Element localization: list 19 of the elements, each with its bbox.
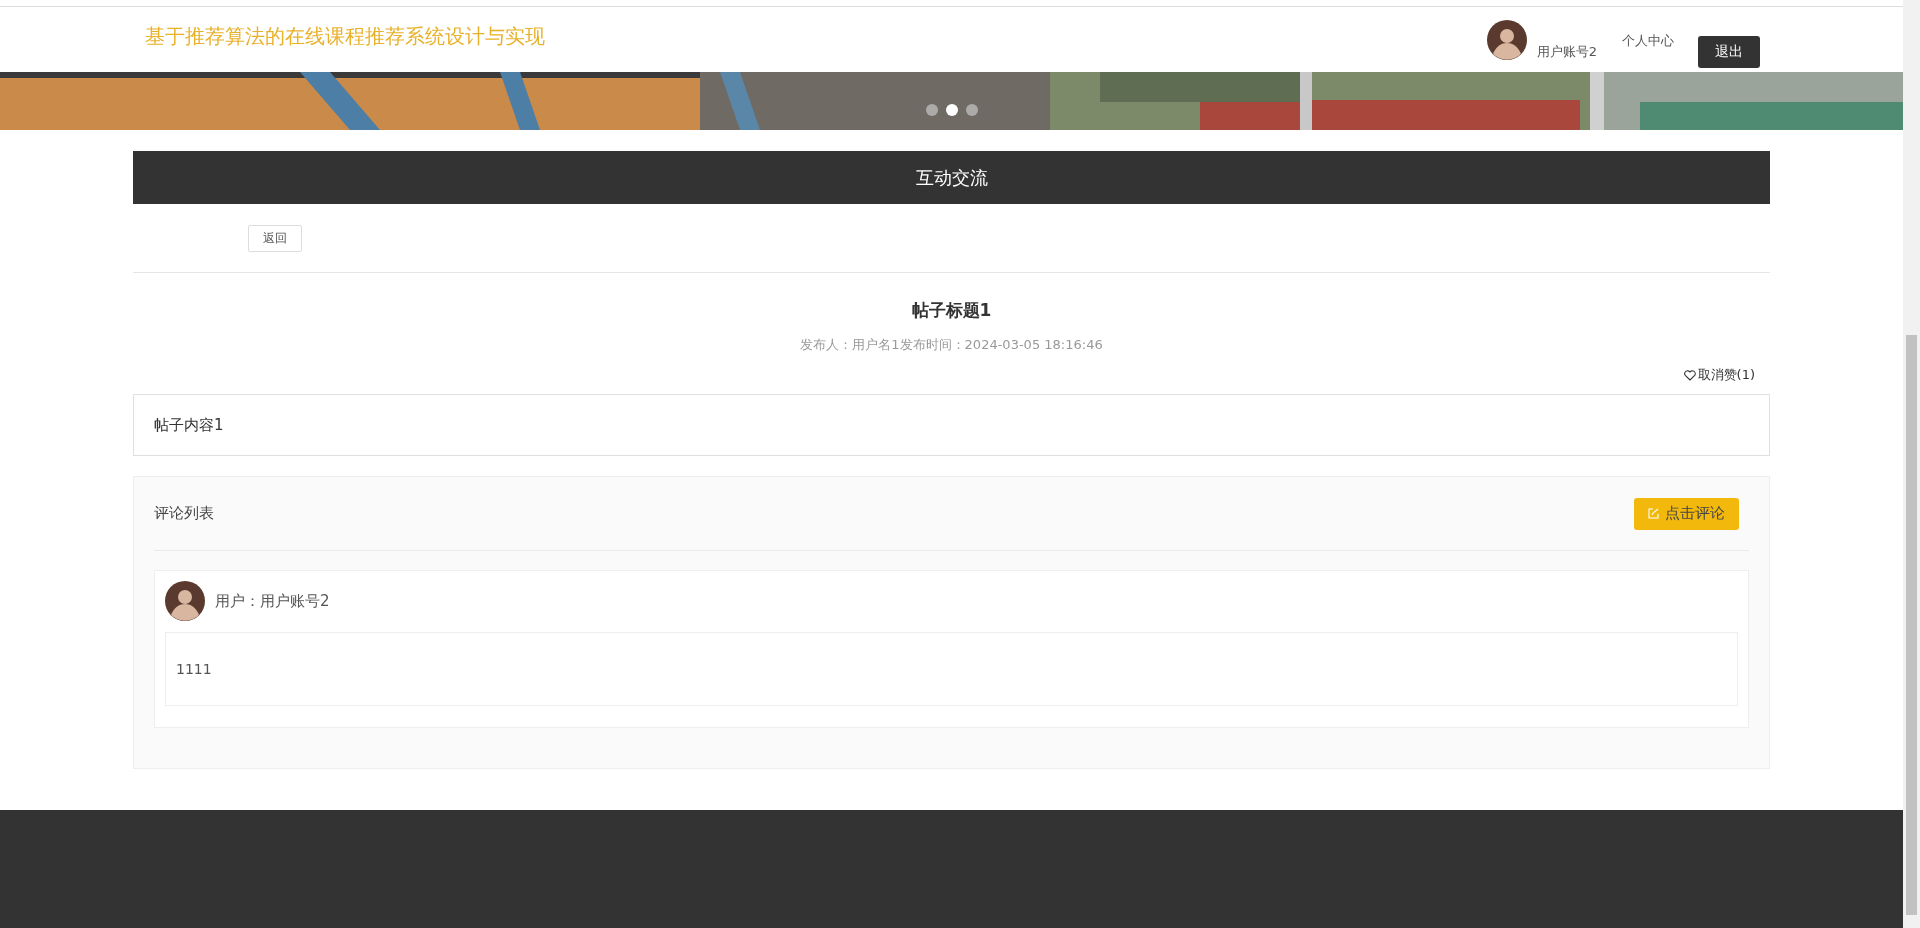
heart-icon bbox=[1683, 369, 1696, 381]
section-title: 互动交流 bbox=[133, 151, 1770, 204]
comment-button[interactable]: 点击评论 bbox=[1634, 497, 1739, 530]
comment-list-heading: 评论列表 bbox=[154, 504, 214, 523]
nav-link[interactable]: 个人中心 bbox=[1622, 32, 1674, 48]
comment-text: 1111 bbox=[165, 632, 1738, 706]
avatar-icon bbox=[1486, 19, 1527, 60]
back-button[interactable]: 返回 bbox=[248, 224, 302, 252]
avatar-icon bbox=[165, 581, 205, 621]
user-name: 用户账号2 bbox=[1536, 42, 1597, 61]
scrollbar-thumb[interactable] bbox=[1906, 335, 1917, 915]
unlike-link[interactable]: 取消赞(1) bbox=[1683, 366, 1755, 384]
comment-author: 用户：用户账号2 bbox=[215, 591, 330, 611]
site-title: 基于推荐算法的在线课程推荐系统设计与实现 bbox=[145, 23, 546, 50]
post-meta: 发布人：用户名1发布时间：2024-03-05 18:16:46 bbox=[799, 336, 1104, 354]
logout-button[interactable]: 退出 bbox=[1698, 35, 1760, 68]
post-title: 帖子标题1 bbox=[910, 299, 993, 322]
edit-icon bbox=[1648, 508, 1659, 519]
post-content: 帖子内容1 bbox=[133, 394, 1770, 456]
